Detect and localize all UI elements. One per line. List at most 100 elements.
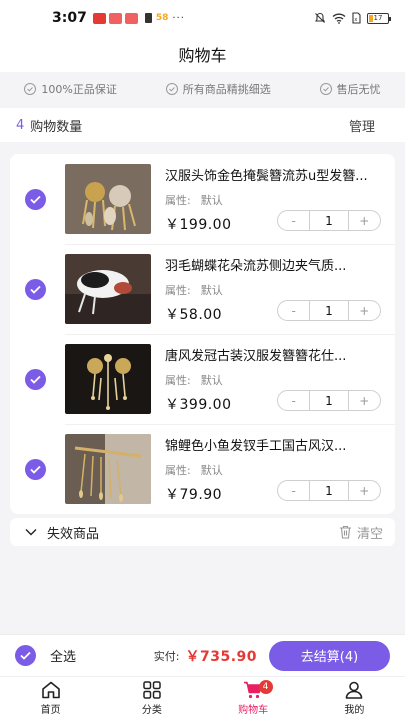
quantity-input[interactable]: 1	[309, 391, 349, 410]
clear-invalid-button[interactable]: 清空	[339, 523, 383, 542]
check-circle-icon	[319, 83, 332, 95]
checkout-bar: 全选 实付: ￥735.90 去结算(4)	[0, 634, 405, 676]
decrease-button[interactable]: -	[278, 481, 309, 500]
quantity-input[interactable]: 1	[309, 211, 349, 230]
guarantee-strip: 100%正品保证 所有商品精挑细选 售后无忧	[0, 76, 405, 102]
attr-label: 属性:	[165, 194, 191, 207]
attr-value: 默认	[200, 374, 223, 387]
decrease-button[interactable]: -	[278, 301, 309, 320]
select-all-label[interactable]: 全选	[50, 646, 76, 665]
cart-count-label: 购物数量	[30, 119, 83, 135]
tab-label: 分类	[141, 705, 162, 716]
tab-cart[interactable]: 4 购物车	[203, 677, 304, 720]
attr-value: 默认	[200, 284, 223, 297]
notification-app-icon	[92, 12, 106, 24]
svg-text:x: x	[354, 17, 357, 23]
status-time: 3:07	[52, 10, 87, 26]
increase-button[interactable]: +	[349, 211, 380, 230]
product-attribute: 属性: 默认	[165, 282, 223, 298]
chevron-down-icon	[25, 528, 37, 536]
guarantee-label: 售后无忧	[336, 83, 381, 96]
attr-label: 属性:	[165, 464, 191, 477]
notification-app-icon	[124, 12, 138, 24]
product-thumbnail[interactable]	[65, 434, 151, 504]
quantity-stepper: - 1 +	[277, 300, 381, 321]
invalid-items-label: 失效商品	[47, 526, 100, 542]
attr-value: 默认	[200, 194, 223, 207]
cart-list: 汉服头饰金色掩鬓簪流苏u型发簪... 属性: 默认 ￥199.00 - 1 + 羽…	[10, 154, 395, 514]
guarantee-item: 100%正品保证	[24, 81, 117, 97]
product-title[interactable]: 唐风发冠古装汉服发簪簪花仕...	[165, 345, 385, 364]
product-thumbnail[interactable]	[65, 344, 151, 414]
notification-app-icon	[108, 12, 122, 24]
cart-count: 4	[16, 117, 25, 133]
page-title: 购物车	[178, 46, 227, 65]
item-checkbox[interactable]	[25, 459, 46, 480]
product-price: ￥199.00	[165, 217, 232, 233]
grid-icon	[143, 681, 161, 699]
item-checkbox[interactable]	[25, 279, 46, 300]
cart-count-bar: 4 购物数量 管理	[0, 108, 405, 142]
checkout-button[interactable]: 去结算(4)	[269, 640, 390, 671]
cart-badge: 4	[258, 680, 273, 694]
product-title[interactable]: 羽毛蝴蝶花朵流苏侧边夹气质...	[165, 255, 385, 274]
select-all-checkbox[interactable]	[15, 645, 36, 666]
manage-button[interactable]: 管理	[349, 116, 375, 135]
mute-icon	[314, 12, 326, 23]
user-icon	[346, 681, 363, 699]
tab-label: 购物车	[238, 705, 269, 716]
notification-app-icon	[144, 13, 152, 23]
tab-label: 我的	[344, 705, 365, 716]
cart-item: 锦鲤色小鱼发钗手工国古风汉... 属性: 默认 ￥79.90 - 1 +	[10, 424, 395, 514]
tab-category[interactable]: 分类	[101, 677, 202, 720]
sim-icon: x	[352, 12, 361, 24]
guarantee-item: 所有商品精挑细选	[165, 81, 271, 97]
attr-label: 属性:	[165, 284, 191, 297]
decrease-button[interactable]: -	[278, 211, 309, 230]
bottom-tab-bar: 首页 分类 4 购物车 我的	[0, 676, 405, 720]
product-thumbnail[interactable]	[65, 164, 151, 234]
cart-item: 汉服头饰金色掩鬓簪流苏u型发簪... 属性: 默认 ￥199.00 - 1 +	[10, 154, 395, 244]
increase-button[interactable]: +	[349, 301, 380, 320]
product-price: ￥79.90	[165, 487, 223, 503]
total-price: ￥735.90	[185, 648, 257, 665]
tab-home[interactable]: 首页	[0, 677, 101, 720]
product-attribute: 属性: 默认	[165, 372, 223, 388]
decrease-button[interactable]: -	[278, 391, 309, 410]
guarantee-item: 售后无忧	[319, 81, 381, 97]
more-notifications-icon: ···	[172, 12, 185, 24]
page-title-bar: 购物车	[0, 36, 405, 72]
notification-badge-58: 58	[155, 13, 169, 23]
home-icon	[41, 681, 60, 699]
pay-label: 实付:	[153, 649, 180, 663]
battery-level: 17	[373, 14, 383, 22]
cart-item: 唐风发冠古装汉服发簪簪花仕... 属性: 默认 ￥399.00 - 1 +	[10, 334, 395, 424]
product-price: ￥399.00	[165, 397, 232, 413]
product-thumbnail[interactable]	[65, 254, 151, 324]
product-attribute: 属性: 默认	[165, 192, 223, 208]
tab-label: 首页	[40, 705, 61, 716]
trash-icon	[339, 525, 351, 539]
attr-value: 默认	[200, 464, 223, 477]
wifi-icon	[332, 13, 346, 24]
attr-label: 属性:	[165, 374, 191, 387]
product-title[interactable]: 汉服头饰金色掩鬓簪流苏u型发簪...	[165, 165, 385, 184]
quantity-stepper: - 1 +	[277, 390, 381, 411]
item-checkbox[interactable]	[25, 189, 46, 210]
quantity-input[interactable]: 1	[309, 481, 349, 500]
quantity-stepper: - 1 +	[277, 210, 381, 231]
check-circle-icon	[165, 83, 178, 95]
product-title[interactable]: 锦鲤色小鱼发钗手工国古风汉...	[165, 435, 385, 454]
battery-icon: 17	[367, 12, 391, 24]
tab-profile[interactable]: 我的	[304, 677, 405, 720]
quantity-input[interactable]: 1	[309, 301, 349, 320]
cart-item: 羽毛蝴蝶花朵流苏侧边夹气质... 属性: 默认 ￥58.00 - 1 +	[10, 244, 395, 334]
invalid-items-toggle[interactable]: 失效商品 清空	[10, 518, 395, 546]
clear-label: 清空	[356, 526, 383, 542]
increase-button[interactable]: +	[349, 481, 380, 500]
increase-button[interactable]: +	[349, 391, 380, 410]
guarantee-label: 100%正品保证	[41, 83, 117, 96]
item-checkbox[interactable]	[25, 369, 46, 390]
status-bar: 3:07 58 ··· x 17	[0, 0, 405, 36]
product-attribute: 属性: 默认	[165, 462, 223, 478]
